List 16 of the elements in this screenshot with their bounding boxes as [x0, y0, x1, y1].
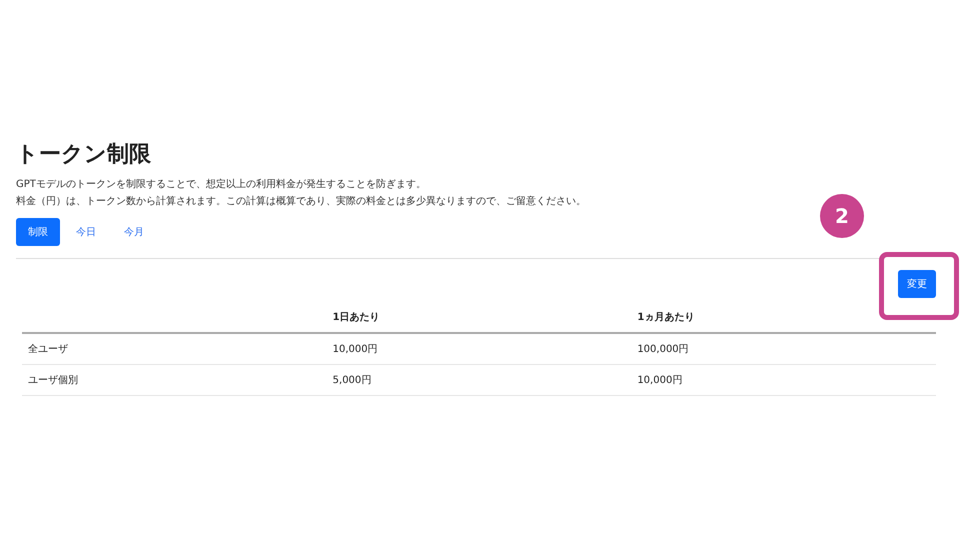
tab[interactable]: 今月 — [112, 218, 156, 246]
table-cell: ユーザ個別 — [28, 375, 78, 386]
column-header: 1ヵ月あたり — [637, 312, 694, 323]
table-cell: 10,000円 — [332, 344, 378, 355]
description-text: GPTモデルのトークンを制限することで、想定以上の利用料金が発生することを防ぎます。 — [16, 178, 427, 192]
change-button[interactable]: 変更 — [898, 270, 936, 298]
table-cell: 10,000円 — [637, 375, 682, 386]
table-cell: 全ユーザ — [28, 344, 68, 355]
tab[interactable]: 今日 — [64, 218, 108, 246]
tab[interactable]: 制限 — [16, 218, 60, 246]
table-cell: 100,000円 — [637, 344, 689, 355]
step-badge: 2 — [820, 194, 864, 238]
page-title: トークン制限 — [16, 141, 152, 169]
column-header: 1日あたり — [332, 312, 380, 323]
description-text: 料金（円）は、トークン数から計算されます。この計算は概算であり、実際の料金とは多少異なりますので、ご留意ください。 — [16, 194, 587, 209]
table-cell: 5,000円 — [332, 375, 372, 386]
